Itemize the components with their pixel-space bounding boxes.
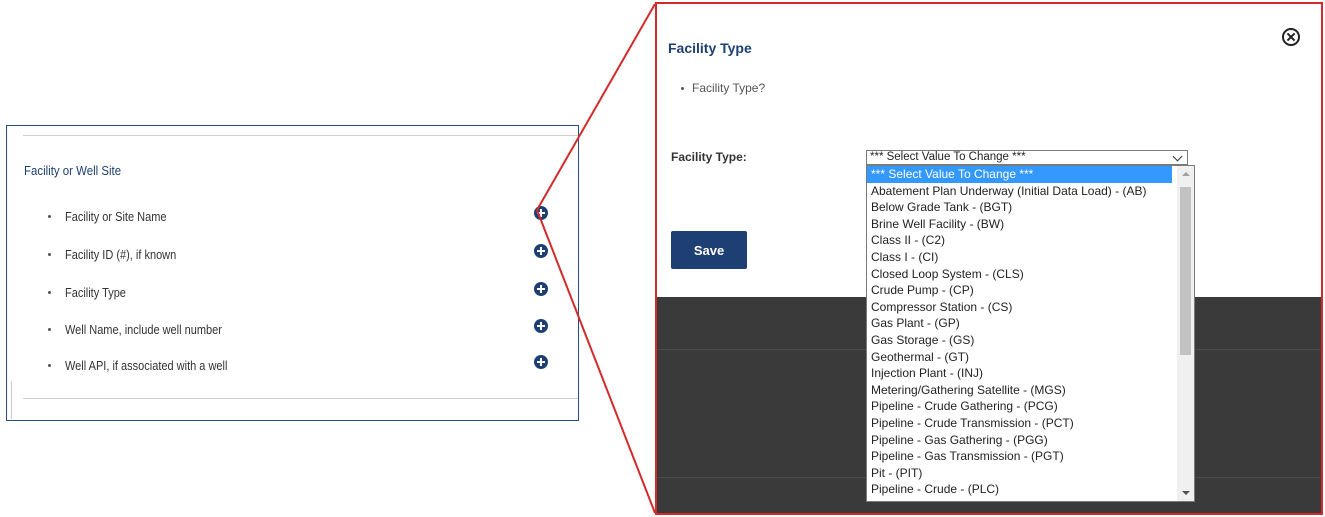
facility-type-select[interactable]: *** Select Value To Change *** — [866, 150, 1188, 165]
dropdown-option[interactable]: Pipeline - Crude - (PLC) — [867, 481, 1172, 498]
save-button[interactable]: Save — [671, 231, 747, 269]
dropdown-option[interactable]: Crude Pump - (CP) — [867, 282, 1172, 299]
divider — [23, 135, 578, 136]
bullet-icon — [48, 215, 51, 218]
field-label: Facility ID (#), if known — [65, 248, 177, 262]
dropdown-option[interactable]: Below Grade Tank - (BGT) — [867, 199, 1172, 216]
dropdown-option[interactable]: Metering/Gathering Satellite - (MGS) — [867, 382, 1172, 399]
modal-title: Facility Type — [668, 40, 752, 56]
field-label: Well API, if associated with a well — [65, 359, 228, 373]
scroll-down-arrow-icon[interactable] — [1182, 491, 1190, 495]
divider — [7, 381, 12, 419]
modal-bullet-item: Facility Type? — [681, 81, 765, 95]
dropdown-option[interactable]: Pipeline - Crude Gathering - (PCG) — [867, 398, 1172, 415]
dropdown-option[interactable]: Brine Well Facility - (BW) — [867, 216, 1172, 233]
facility-type-dropdown-list[interactable]: *** Select Value To Change *** Abatement … — [866, 165, 1195, 502]
select-value: *** Select Value To Change *** — [870, 151, 1026, 163]
scrollbar-thumb[interactable] — [1180, 187, 1191, 355]
facility-or-well-site-panel: Facility or Well Site Facility or Site N… — [6, 125, 579, 421]
dropdown-option[interactable]: Gas Storage - (GS) — [867, 332, 1172, 349]
field-row-facility-or-site-name: Facility or Site Name — [7, 206, 578, 230]
field-row-well-api: Well API, if associated with a well — [7, 355, 578, 379]
dropdown-options: *** Select Value To Change *** Abatement … — [867, 166, 1194, 498]
plus-circle-icon[interactable] — [534, 319, 548, 333]
field-label: Facility or Site Name — [65, 210, 167, 224]
dropdown-option[interactable]: Pipeline - Gas Gathering - (PGG) — [867, 432, 1172, 449]
divider — [23, 398, 578, 399]
dropdown-option[interactable]: Gas Plant - (GP) — [867, 315, 1172, 332]
section-title: Facility or Well Site — [24, 163, 122, 178]
plus-circle-icon[interactable] — [534, 282, 548, 296]
field-label: Well Name, include well number — [65, 323, 222, 337]
facility-type-label: Facility Type: — [671, 150, 747, 164]
bullet-icon — [681, 87, 684, 91]
field-label: Facility Type — [65, 286, 126, 300]
bullet-icon — [48, 364, 51, 367]
dropdown-option[interactable]: Class I - (CI) — [867, 249, 1172, 266]
modal-bullet-text: Facility Type? — [692, 81, 766, 95]
facility-type-modal-callout: Facility Type Facility Type? Facility Ty… — [655, 2, 1323, 515]
dropdown-option[interactable]: Closed Loop System - (CLS) — [867, 266, 1172, 283]
dropdown-option[interactable]: Geothermal - (GT) — [867, 349, 1172, 366]
field-row-facility-id: Facility ID (#), if known — [7, 244, 578, 268]
bullet-icon — [48, 253, 51, 256]
bullet-icon — [48, 291, 51, 294]
chevron-down-icon — [1172, 151, 1183, 162]
dropdown-option[interactable]: *** Select Value To Change *** — [867, 166, 1172, 183]
scroll-up-arrow-icon[interactable] — [1182, 172, 1190, 176]
dropdown-option[interactable]: Class II - (C2) — [867, 232, 1172, 249]
dropdown-option[interactable]: Pit - (PIT) — [867, 465, 1172, 482]
dropdown-option[interactable]: Pipeline - Gas Transmission - (PGT) — [867, 448, 1172, 465]
field-row-well-name: Well Name, include well number — [7, 319, 578, 343]
plus-circle-icon[interactable] — [534, 355, 548, 369]
bullet-icon — [48, 328, 51, 331]
dropdown-option[interactable]: Injection Plant - (INJ) — [867, 365, 1172, 382]
field-row-facility-type: Facility Type — [7, 282, 578, 306]
dropdown-scrollbar[interactable] — [1177, 166, 1194, 501]
dropdown-option[interactable]: Pipeline - Crude Transmission - (PCT) — [867, 415, 1172, 432]
dropdown-option[interactable]: Abatement Plan Underway (Initial Data Lo… — [867, 183, 1172, 200]
dropdown-option[interactable]: Compressor Station - (CS) — [867, 299, 1172, 316]
plus-circle-icon[interactable] — [534, 206, 548, 220]
close-circle-icon[interactable] — [1282, 28, 1300, 46]
plus-circle-icon[interactable] — [534, 244, 548, 258]
